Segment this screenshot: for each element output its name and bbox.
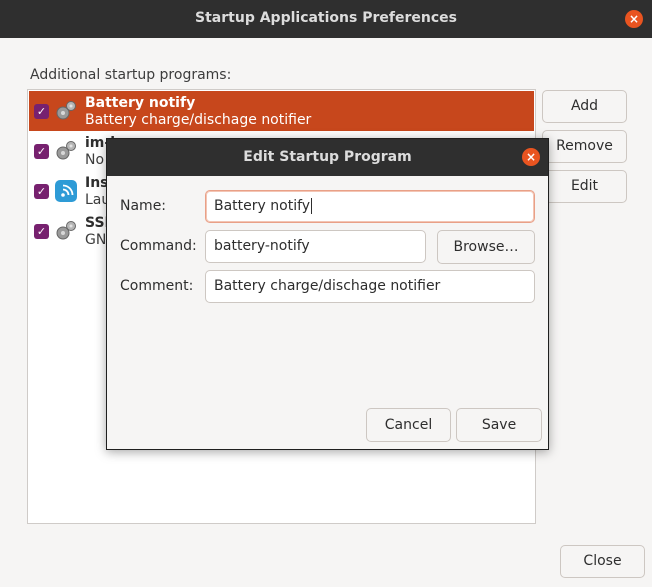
list-item[interactable]: ✓ Battery notify Battery charge/dischage… <box>29 91 534 131</box>
cancel-button[interactable]: Cancel <box>366 408 451 442</box>
add-button[interactable]: Add <box>542 90 627 123</box>
window-titlebar[interactable]: Startup Applications Preferences × <box>0 0 652 38</box>
comment-label: Comment: <box>120 278 194 294</box>
command-label: Command: <box>120 238 197 254</box>
close-button[interactable]: Close <box>560 545 645 578</box>
checkbox[interactable]: ✓ <box>34 144 49 159</box>
edit-startup-program-dialog: Edit Startup Program × Name: Battery not… <box>106 138 549 450</box>
comment-field[interactable]: Battery charge/dischage notifier <box>205 270 535 303</box>
gears-icon <box>56 141 76 160</box>
save-button[interactable]: Save <box>456 408 542 442</box>
wifi-app-icon <box>55 180 77 202</box>
dialog-titlebar[interactable]: Edit Startup Program × <box>107 139 548 176</box>
program-description: No <box>85 152 105 168</box>
browse-button[interactable]: Browse… <box>437 230 535 264</box>
checkbox[interactable]: ✓ <box>34 104 49 119</box>
window-title: Startup Applications Preferences <box>195 10 457 26</box>
edit-button[interactable]: Edit <box>542 170 627 203</box>
checkbox[interactable]: ✓ <box>34 184 49 199</box>
command-field-value: battery-notify <box>214 238 310 254</box>
command-field[interactable]: battery-notify <box>205 230 426 263</box>
gears-icon <box>56 221 76 240</box>
name-field[interactable]: Battery notify <box>205 190 535 223</box>
program-description: Battery charge/dischage notifier <box>85 112 312 128</box>
remove-button[interactable]: Remove <box>542 130 627 163</box>
gears-icon <box>56 101 76 120</box>
program-name: Ins <box>85 175 109 191</box>
text-caret <box>311 198 313 214</box>
program-name: Battery notify <box>85 95 196 111</box>
dialog-close-icon[interactable]: × <box>522 148 540 166</box>
name-field-value: Battery notify <box>214 198 311 214</box>
comment-field-value: Battery charge/dischage notifier <box>214 278 441 294</box>
dialog-title: Edit Startup Program <box>243 149 412 165</box>
checkbox[interactable]: ✓ <box>34 224 49 239</box>
section-label: Additional startup programs: <box>30 67 232 83</box>
program-description: GN <box>85 232 107 248</box>
window-close-icon[interactable]: × <box>625 10 643 28</box>
name-label: Name: <box>120 198 167 214</box>
